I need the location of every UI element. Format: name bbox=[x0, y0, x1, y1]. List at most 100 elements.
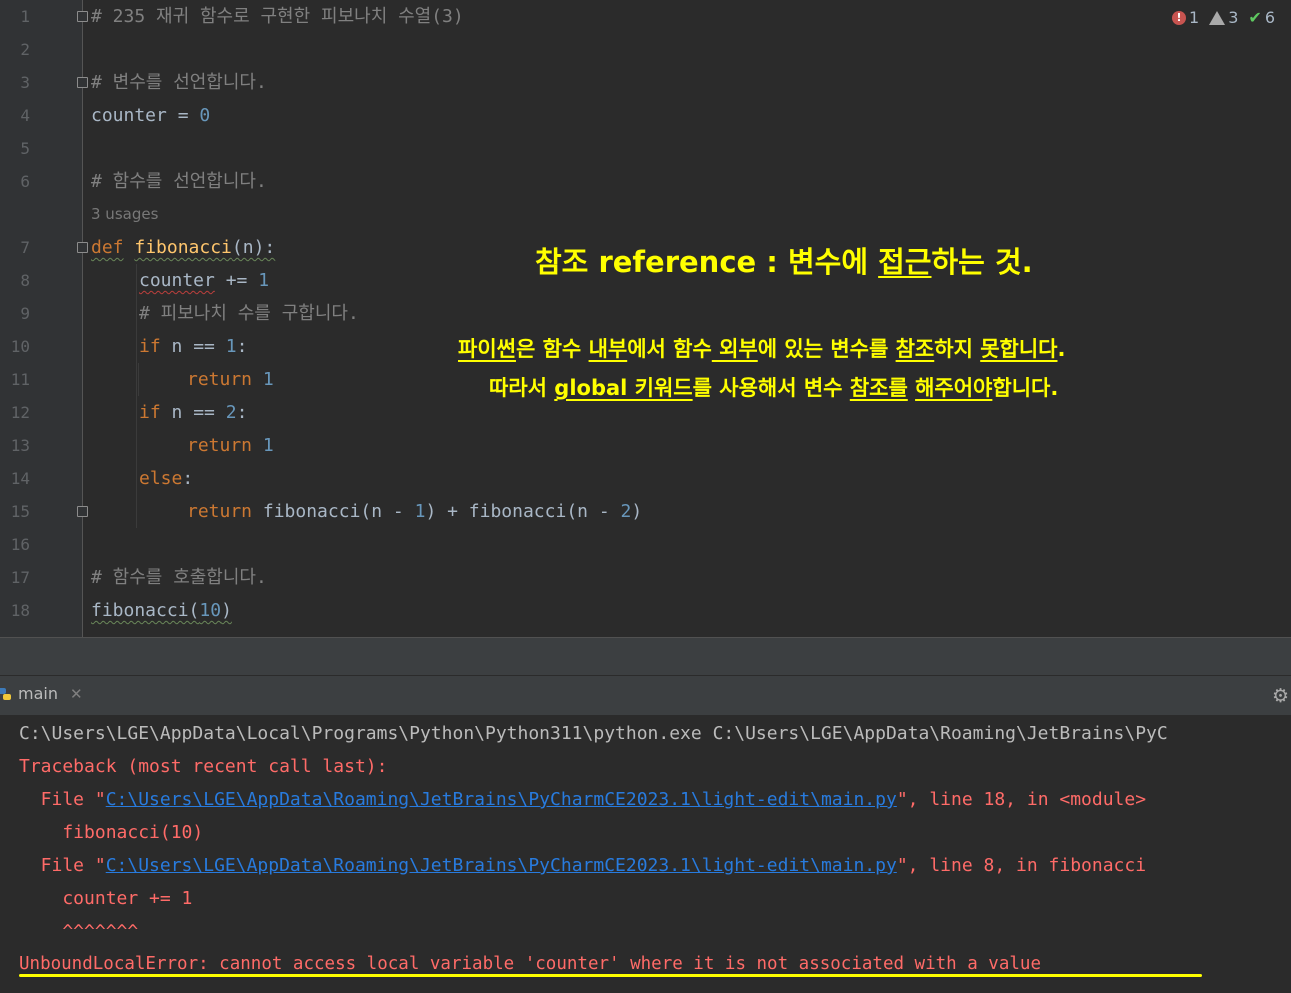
number-literal: 1 bbox=[414, 501, 426, 522]
operator: += bbox=[214, 270, 259, 291]
console-text: ", line 8, in fibonacci bbox=[896, 855, 1147, 876]
code-line-12: if n == 2: bbox=[139, 396, 247, 429]
annotation-text: 접근 bbox=[878, 245, 932, 279]
annotation-text: . bbox=[1057, 337, 1066, 361]
ok-count-value: 6 bbox=[1264, 8, 1275, 27]
annotation-text: 합니다. bbox=[992, 376, 1059, 400]
indent-guide bbox=[136, 264, 137, 528]
error-icon: ! bbox=[1172, 10, 1187, 25]
run-tool-window-header: main ✕ ⚙ bbox=[0, 675, 1291, 716]
ok-count[interactable]: ✔ 6 bbox=[1248, 8, 1275, 27]
condition: n == bbox=[160, 402, 226, 423]
indent-guide bbox=[138, 363, 139, 396]
keyword-def: def bbox=[91, 237, 124, 258]
number-literal: 1 bbox=[262, 435, 274, 456]
line-number: 10 bbox=[10, 337, 30, 356]
code-line-14: else: bbox=[139, 462, 193, 495]
file-path-link[interactable]: C:\Users\LGE\AppData\Roaming\JetBrains\P… bbox=[106, 855, 897, 876]
annotation-text: 따라서 bbox=[489, 376, 555, 400]
annotation-text: 내부 bbox=[588, 337, 628, 361]
code-line-4: counter = 0 bbox=[91, 99, 210, 132]
annotation-title: 참조 reference : 변수에 접근하는 것. bbox=[535, 239, 1033, 281]
keyword-else: else bbox=[139, 468, 183, 489]
annotation-text: 외부 bbox=[711, 337, 758, 361]
console-traceback-header: Traceback (most recent call last): bbox=[19, 756, 388, 777]
line-number: 6 bbox=[20, 172, 30, 191]
comment: # 피보나치 수를 구합니다. bbox=[139, 303, 359, 324]
colon: : bbox=[182, 468, 194, 489]
console-text: ", line 18, in <module> bbox=[896, 789, 1147, 810]
run-tab-main[interactable]: main ✕ bbox=[0, 684, 83, 703]
annotation-text: 에서 함수 bbox=[627, 337, 712, 361]
annotation-text: 참조 bbox=[895, 337, 935, 361]
code-editor[interactable]: 1 2 3 4 5 6 7 8 9 10 11 12 13 14 15 16 1… bbox=[0, 0, 1291, 637]
annotation-text: 하는 것. bbox=[931, 245, 1033, 279]
fold-marker-icon[interactable] bbox=[77, 506, 88, 517]
keyword-return: return bbox=[187, 435, 253, 456]
number-literal: 1 bbox=[225, 336, 237, 357]
console-file-line: File "C:\Users\LGE\AppData\Roaming\JetBr… bbox=[19, 783, 1146, 816]
fold-marker-icon[interactable] bbox=[77, 11, 88, 22]
code-line-13: return 1 bbox=[187, 429, 274, 462]
code-line-6: # 함수를 선언합니다. bbox=[91, 165, 267, 198]
annotation-text bbox=[908, 376, 915, 400]
fold-marker-icon[interactable] bbox=[77, 242, 88, 253]
fold-marker-icon[interactable] bbox=[77, 77, 88, 88]
line-number: 7 bbox=[20, 238, 30, 257]
line-number: 8 bbox=[20, 271, 30, 290]
code-line-15: return fibonacci(n - 1) + fibonacci(n - … bbox=[187, 495, 642, 528]
annotation-text: 해주어야 bbox=[915, 376, 993, 400]
code-line-7: def fibonacci(n): bbox=[91, 231, 275, 264]
annotation-text: 참조 reference : 변수에 bbox=[535, 245, 879, 279]
keyword-if: if bbox=[139, 336, 161, 357]
code-fragment: ) bbox=[631, 501, 643, 522]
annotation-text: 파이썬 bbox=[458, 337, 516, 361]
usages-hint[interactable]: 3 usages bbox=[91, 205, 158, 223]
line-number: 3 bbox=[20, 73, 30, 92]
code-line-17: # 함수를 호출합니다. bbox=[91, 561, 267, 594]
annotation-text: 참조를 bbox=[849, 376, 908, 400]
error-count-value: 1 bbox=[1189, 8, 1200, 27]
line-number: 15 bbox=[10, 502, 30, 521]
run-tab-label: main bbox=[18, 684, 58, 703]
error-count[interactable]: ! 1 bbox=[1172, 8, 1199, 27]
code-fragment: ) bbox=[221, 600, 232, 621]
annotation-text: global 키워드 bbox=[554, 376, 693, 400]
line-number: 12 bbox=[10, 403, 30, 422]
line-number: 4 bbox=[20, 106, 30, 125]
annotation-text: 를 사용해서 변수 bbox=[692, 376, 850, 400]
warning-count[interactable]: 3 bbox=[1209, 8, 1238, 27]
panel-splitter[interactable] bbox=[0, 637, 1291, 676]
comment: # 변수를 선언합니다. bbox=[91, 72, 267, 93]
code-fragment: fibonacci(n - bbox=[252, 501, 415, 522]
line-number: 5 bbox=[20, 139, 30, 158]
number-literal: 1 bbox=[262, 369, 274, 390]
annotation-text: 은 함수 bbox=[515, 337, 589, 361]
gear-icon[interactable]: ⚙ bbox=[1272, 685, 1289, 707]
comment: # 235 재귀 함수로 구현한 피보나치 수열(3) bbox=[91, 6, 464, 27]
line-number: 11 bbox=[10, 370, 30, 389]
code-line-8: counter += 1 bbox=[139, 264, 269, 297]
line-number-gutter: 1 2 3 4 5 6 7 8 9 10 11 12 13 14 15 16 1… bbox=[0, 0, 83, 637]
code-line-1: # 235 재귀 함수로 구현한 피보나치 수열(3) bbox=[91, 0, 464, 33]
variable: counter bbox=[139, 270, 215, 291]
annotation-text: 못합니다 bbox=[980, 337, 1058, 361]
line-number: 17 bbox=[10, 568, 30, 587]
number-literal: 0 bbox=[199, 105, 211, 126]
line-number: 9 bbox=[20, 304, 30, 323]
run-console[interactable]: C:\Users\LGE\AppData\Local\Programs\Pyth… bbox=[0, 715, 1291, 993]
function-call: fibonacci( bbox=[91, 600, 200, 621]
file-path-link[interactable]: C:\Users\LGE\AppData\Roaming\JetBrains\P… bbox=[106, 789, 897, 810]
line-number: 16 bbox=[10, 535, 30, 554]
condition: n == bbox=[160, 336, 226, 357]
line-number: 2 bbox=[20, 40, 30, 59]
code-line-3: # 변수를 선언합니다. bbox=[91, 66, 267, 99]
inspection-widget[interactable]: ! 1 3 ✔ 6 bbox=[1172, 8, 1275, 27]
close-icon[interactable]: ✕ bbox=[70, 685, 83, 703]
code-line-18: fibonacci(10) bbox=[91, 594, 232, 627]
warning-icon bbox=[1209, 10, 1226, 25]
python-icon bbox=[0, 686, 12, 702]
console-code-line: fibonacci(10) bbox=[19, 822, 204, 843]
console-text: File " bbox=[19, 789, 106, 810]
line-number: 18 bbox=[10, 601, 30, 620]
